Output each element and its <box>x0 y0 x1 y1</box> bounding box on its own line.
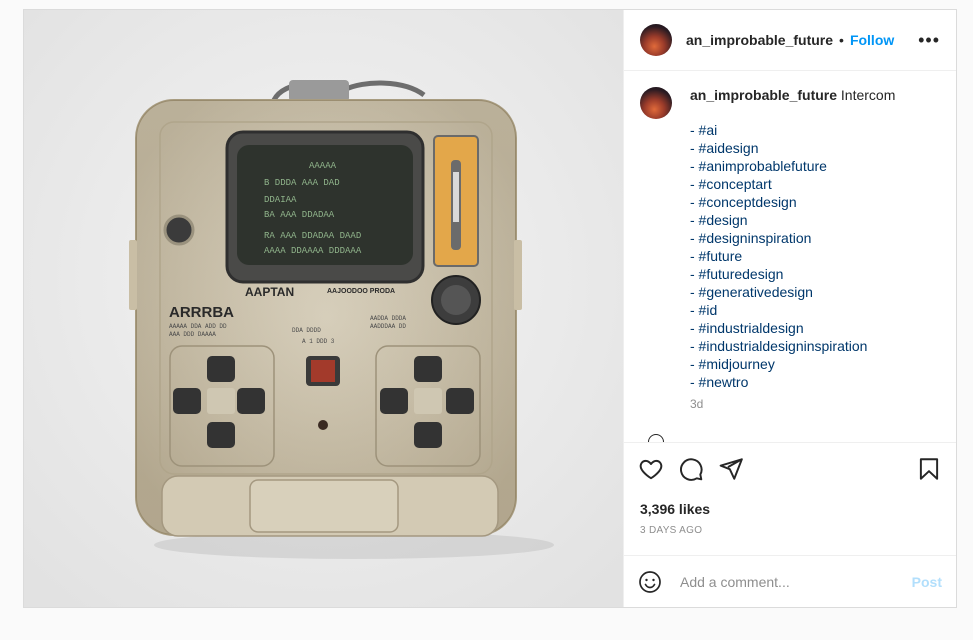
comments-area[interactable]: an_improbable_future Intercom - #ai - #a… <box>624 71 956 443</box>
svg-text:AAAA DDAAAA DDDAAA: AAAA DDAAAA DDDAAA <box>264 246 362 256</box>
svg-text:BA AAA DDADAA: BA AAA DDADAA <box>264 210 335 220</box>
hashtag[interactable]: - #generativedesign <box>690 283 895 301</box>
more-options-icon[interactable]: ••• <box>918 31 940 49</box>
svg-text:RA AAA DDADAA DAAD: RA AAA DDADAA DAAD <box>264 231 361 241</box>
svg-text:AADDA DDDA: AADDA DDDA <box>370 315 406 322</box>
post-date: 3 DAYS AGO <box>640 525 703 536</box>
avatar[interactable] <box>640 24 672 56</box>
device-left-brand: ARRRBA <box>169 304 234 321</box>
svg-text:DDA DDDD: DDA DDDD <box>292 327 321 334</box>
comment-bar: Post <box>624 555 956 607</box>
caption-username[interactable]: an_improbable_future <box>690 87 837 103</box>
comment-bubble-icon[interactable] <box>678 456 704 482</box>
header-username[interactable]: an_improbable_future <box>686 32 833 48</box>
hashtag[interactable]: - #industrialdesigninspiration <box>690 337 895 355</box>
comment-input[interactable] <box>678 572 912 591</box>
hashtag[interactable]: - #aidesign <box>690 139 895 157</box>
follow-button[interactable]: Follow <box>850 32 894 48</box>
next-comment-avatar-peek <box>648 434 664 442</box>
hashtag[interactable]: - #designinspiration <box>690 229 895 247</box>
hashtag[interactable]: - #midjourney <box>690 355 895 373</box>
svg-text:AAA DDD DAAAA: AAA DDD DAAAA <box>169 331 216 338</box>
hashtag-list: - #ai - #aidesign - #animprobablefuture … <box>690 121 895 391</box>
action-bar <box>624 443 956 495</box>
paper-plane-icon[interactable] <box>718 456 744 482</box>
post-modal: AAAAA B DDDA AAA DAD DDAIAA BA AAA DDADA… <box>23 9 957 608</box>
hashtag[interactable]: - #design <box>690 211 895 229</box>
svg-text:AADDDAA DD: AADDDAA DD <box>370 323 406 330</box>
post-image[interactable]: AAAAA B DDDA AAA DAD DDAIAA BA AAA DDADA… <box>24 10 623 607</box>
post-button[interactable]: Post <box>912 574 942 590</box>
bookmark-icon[interactable] <box>916 456 942 482</box>
caption-age: 3d <box>690 397 704 411</box>
device-right-label: AAJOODOO PRODA <box>327 288 395 295</box>
post-side-panel: an_improbable_future • Follow ••• an_imp… <box>623 10 956 607</box>
hashtag[interactable]: - #conceptdesign <box>690 193 895 211</box>
device-illustration: AAAAA B DDDA AAA DAD DDAIAA BA AAA DDADA… <box>24 10 623 607</box>
hashtag[interactable]: - #conceptart <box>690 175 895 193</box>
caption-avatar[interactable] <box>640 87 672 119</box>
hashtag[interactable]: - #newtro <box>690 373 895 391</box>
like-count[interactable]: 3,396 likes <box>624 501 956 517</box>
hashtag[interactable]: - #futuredesign <box>690 265 895 283</box>
hashtag[interactable]: - #industrialdesign <box>690 319 895 337</box>
post-header: an_improbable_future • Follow ••• <box>624 10 956 71</box>
hashtag[interactable]: - #animprobablefuture <box>690 157 895 175</box>
caption-text: Intercom <box>840 87 896 103</box>
svg-text:AAAAA: AAAAA <box>309 161 337 171</box>
svg-text:AAAAA DDA ADD DD: AAAAA DDA ADD DD <box>169 323 227 330</box>
svg-text:A 1 DDD 3: A 1 DDD 3 <box>302 338 335 345</box>
smiley-icon[interactable] <box>638 570 662 594</box>
caption-body: an_improbable_future Intercom - #ai - #a… <box>690 87 895 411</box>
heart-icon[interactable] <box>638 456 664 482</box>
caption: an_improbable_future Intercom - #ai - #a… <box>640 87 940 411</box>
separator-dot: • <box>839 32 844 48</box>
svg-text:B DDDA AAA DAD: B DDDA AAA DAD <box>264 178 340 188</box>
hashtag[interactable]: - #future <box>690 247 895 265</box>
hashtag[interactable]: - #id <box>690 301 895 319</box>
device-center-brand: AAPTAN <box>245 285 294 299</box>
svg-text:DDAIAA: DDAIAA <box>264 195 297 205</box>
hashtag[interactable]: - #ai <box>690 121 895 139</box>
